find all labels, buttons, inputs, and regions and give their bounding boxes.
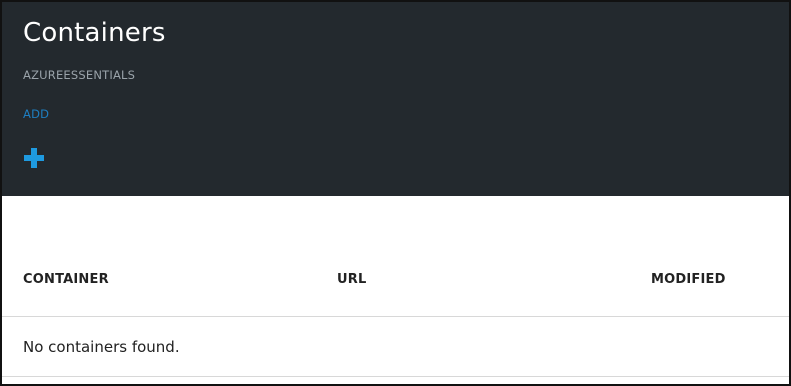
column-header-url[interactable]: URL	[337, 272, 366, 287]
blade-header: Containers AZUREESSENTIALS ADD	[2, 2, 789, 196]
column-header-container[interactable]: CONTAINER	[23, 272, 109, 287]
column-header-modified[interactable]: MODIFIED	[651, 272, 726, 287]
storage-account-name: AZUREESSENTIALS	[23, 68, 136, 82]
add-command-label[interactable]: ADD	[23, 107, 49, 121]
table-header: CONTAINER URL MODIFIED	[2, 196, 789, 317]
empty-state-message: No containers found.	[23, 338, 180, 356]
containers-blade: Containers AZUREESSENTIALS ADD CONTAINER…	[0, 0, 791, 386]
table-row: No containers found.	[2, 317, 789, 377]
plus-icon[interactable]	[23, 147, 45, 169]
page-title: Containers	[23, 18, 166, 48]
